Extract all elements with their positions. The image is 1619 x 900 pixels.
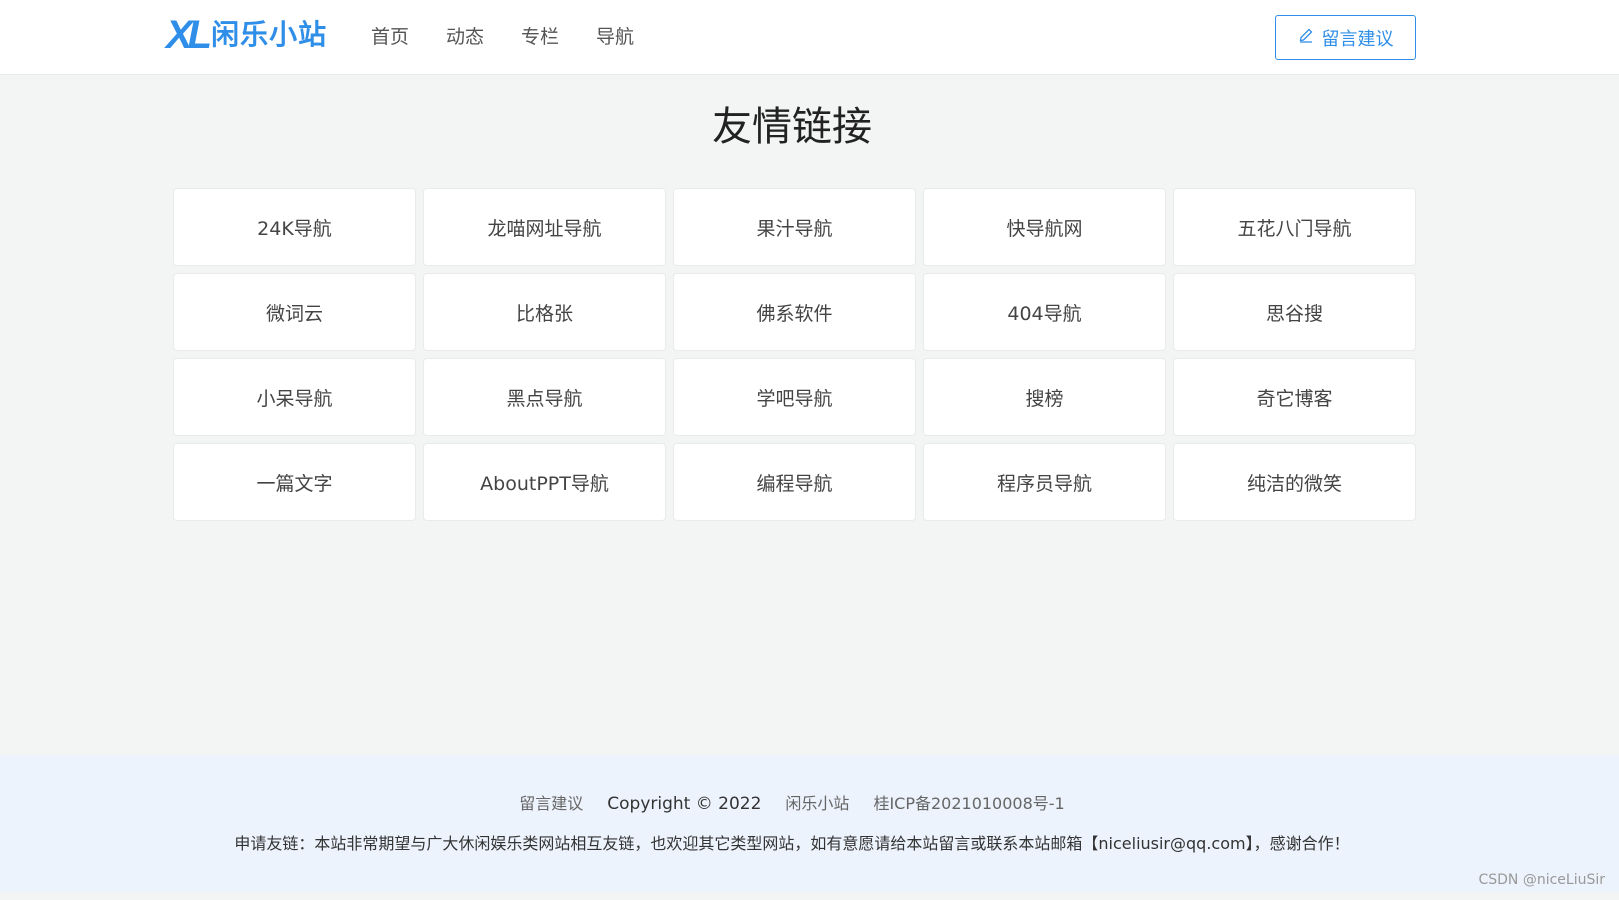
friend-link[interactable]: 404导航: [923, 273, 1166, 351]
suggest-button[interactable]: 留言建议: [1275, 15, 1416, 60]
friend-link[interactable]: 微词云: [173, 273, 416, 351]
logo-mark: XL: [166, 13, 212, 57]
friend-link[interactable]: AboutPPT导航: [423, 443, 666, 521]
suggest-button-label: 留言建议: [1321, 28, 1394, 50]
footer-info-line: 留言建议 Copyright © 2022 闲乐小站 桂ICP备20210100…: [0, 791, 1584, 817]
footer-copyright: Copyright © 2022: [607, 794, 762, 814]
footer-site-link[interactable]: 闲乐小站: [785, 791, 849, 817]
friend-link[interactable]: 五花八门导航: [1173, 188, 1416, 266]
site-header: XL 闲乐小站 首页 动态 专栏 导航 留言建议: [0, 0, 1619, 75]
nav-navigation[interactable]: 导航: [596, 22, 634, 52]
friend-link[interactable]: 比格张: [423, 273, 666, 351]
csdn-watermark: CSDN @niceLiuSir: [1478, 872, 1605, 888]
friend-link[interactable]: 龙喵网址导航: [423, 188, 666, 266]
friend-link[interactable]: 搜榜: [923, 358, 1166, 436]
nav-home[interactable]: 首页: [371, 22, 409, 52]
footer-icp-link[interactable]: 桂ICP备2021010008号-1: [873, 791, 1064, 817]
footer-suggest-link[interactable]: 留言建议: [519, 791, 583, 817]
friend-link[interactable]: 程序员导航: [923, 443, 1166, 521]
friend-link[interactable]: 佛系软件: [673, 273, 916, 351]
site-logo[interactable]: XL 闲乐小站: [166, 12, 327, 58]
friend-link[interactable]: 学吧导航: [673, 358, 916, 436]
nav-moments[interactable]: 动态: [446, 22, 484, 52]
pencil-icon: [1298, 27, 1314, 48]
friend-link[interactable]: 24K导航: [173, 188, 416, 266]
friend-link[interactable]: 奇它博客: [1173, 358, 1416, 436]
site-footer: 留言建议 Copyright © 2022 闲乐小站 桂ICP备20210100…: [0, 755, 1619, 892]
friend-link[interactable]: 编程导航: [673, 443, 916, 521]
friend-link[interactable]: 小呆导航: [173, 358, 416, 436]
friend-link[interactable]: 思谷搜: [1173, 273, 1416, 351]
logo-text: 闲乐小站: [211, 18, 328, 51]
footer-apply-text: 申请友链：本站非常期望与广大休闲娱乐类网站相互友链，也欢迎其它类型网站，如有意愿…: [234, 834, 1350, 853]
main-nav: 首页 动态 专栏 导航: [371, 22, 634, 52]
nav-columns[interactable]: 专栏: [521, 22, 559, 52]
friend-link[interactable]: 黑点导航: [423, 358, 666, 436]
friend-link[interactable]: 果汁导航: [673, 188, 916, 266]
friend-link[interactable]: 快导航网: [923, 188, 1166, 266]
page-title: 友情链接: [712, 104, 872, 150]
friend-links-grid: 24K导航 龙喵网址导航 果汁导航 快导航网 五花八门导航 微词云 比格张 佛系…: [173, 188, 1416, 521]
friend-link[interactable]: 纯洁的微笑: [1173, 443, 1416, 521]
friend-link[interactable]: 一篇文字: [173, 443, 416, 521]
